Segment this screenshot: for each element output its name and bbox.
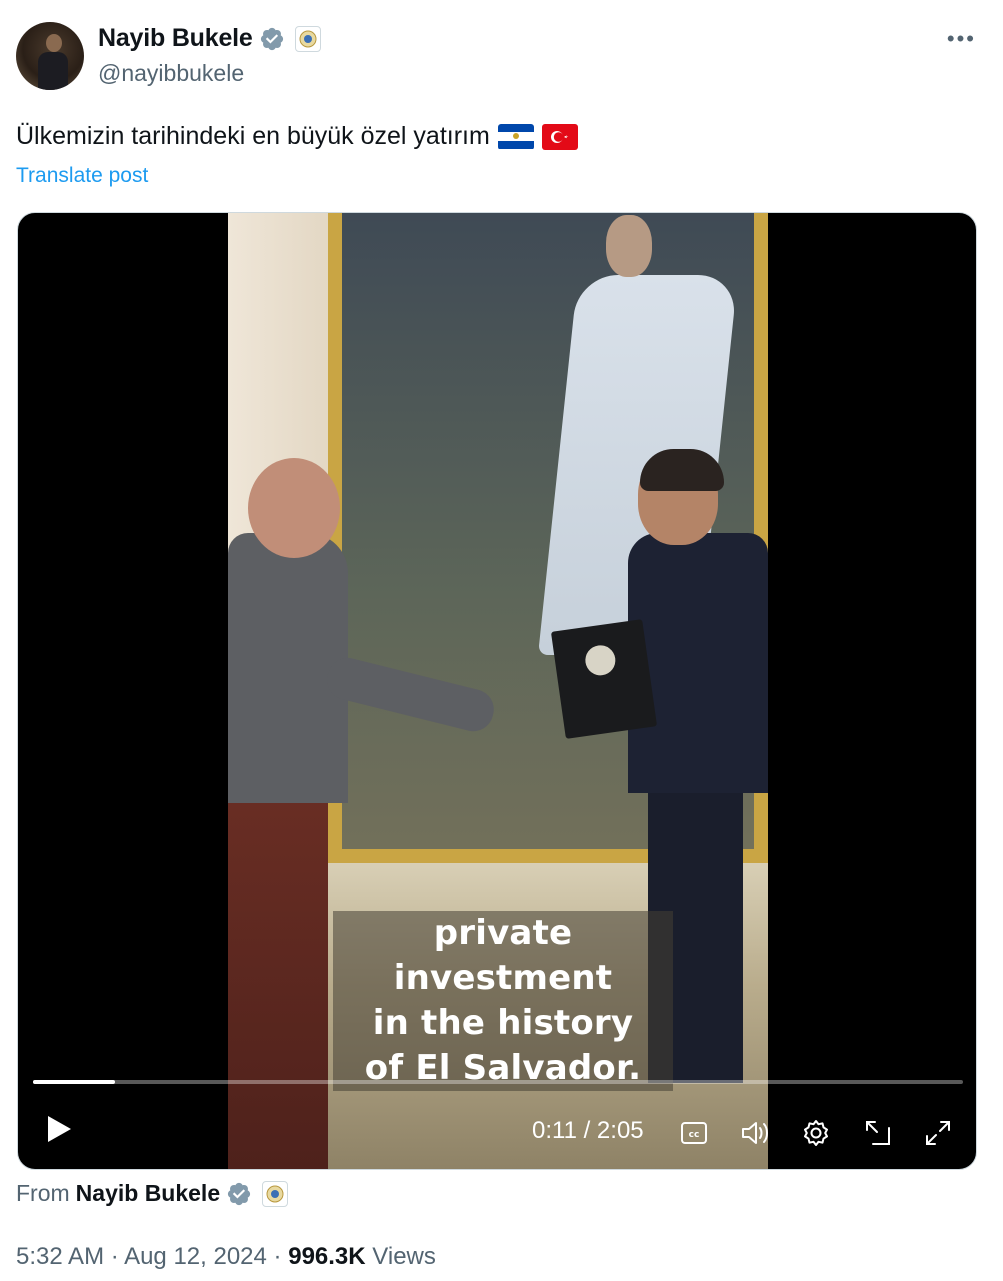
volume-icon (742, 1122, 768, 1144)
fullscreen-icon (926, 1121, 950, 1145)
document-folder (550, 619, 658, 739)
svg-text:cc: cc (689, 1130, 700, 1140)
meta-separator: · (110, 1243, 119, 1270)
government-affiliation-icon (262, 1180, 289, 1207)
author-name-row: Nayib Bukele (98, 24, 321, 53)
settings-icon (804, 1120, 828, 1146)
subtitle-line: of El Salvador. (333, 1046, 673, 1091)
from-author-name[interactable]: Nayib Bukele (76, 1180, 220, 1207)
video-player[interactable]: private investment in the history of El … (17, 212, 977, 1170)
captions-button[interactable]: cc (678, 1117, 710, 1149)
from-prefix: From (16, 1180, 70, 1206)
subtitle-line: private investment (333, 911, 673, 1001)
views-label: Views (372, 1243, 436, 1270)
meta-separator: · (273, 1243, 282, 1270)
fullscreen-button[interactable] (922, 1117, 954, 1149)
video-controls: 0:11 / 2:05 cc (18, 1103, 976, 1163)
play-icon (48, 1116, 71, 1142)
picture-in-picture-icon (866, 1121, 890, 1145)
verified-badge-icon (228, 1182, 251, 1205)
picture-in-picture-button[interactable] (862, 1117, 894, 1149)
post-date[interactable]: Aug 12, 2024 (124, 1243, 267, 1270)
view-count: 996.3K (288, 1243, 366, 1270)
video-time: 0:11 / 2:05 (532, 1117, 644, 1144)
government-affiliation-icon[interactable] (294, 25, 321, 52)
turkey-flag-icon (541, 123, 578, 150)
video-progress-bar[interactable] (33, 1080, 963, 1084)
volume-button[interactable] (740, 1117, 772, 1149)
el-salvador-flag-icon (497, 123, 534, 150)
post-header: Nayib Bukele @nayibbukele ••• (16, 20, 986, 92)
post-body: Ülkemizin tarihindeki en büyük özel yatı… (16, 122, 490, 150)
from-attribution: From Nayib Bukele (16, 1180, 289, 1207)
author-handle[interactable]: @nayibbukele (98, 60, 244, 87)
captions-icon: cc (681, 1122, 707, 1144)
video-subtitle: private investment in the history of El … (333, 911, 673, 1091)
avatar[interactable] (16, 22, 84, 90)
play-button[interactable] (44, 1113, 74, 1150)
post-text: Ülkemizin tarihindeki en büyük özel yatı… (16, 122, 578, 151)
subtitle-line: in the history (333, 1001, 673, 1046)
post-meta: 5:32 AM · Aug 12, 2024 · 996.3K Views (16, 1243, 436, 1271)
author-name[interactable]: Nayib Bukele (98, 24, 253, 53)
post-time[interactable]: 5:32 AM (16, 1243, 104, 1270)
more-options-icon[interactable]: ••• (947, 26, 976, 52)
video-progress-fill (33, 1080, 115, 1084)
translate-post-link[interactable]: Translate post (16, 164, 148, 188)
verified-badge-icon[interactable] (259, 26, 285, 52)
settings-button[interactable] (800, 1117, 832, 1149)
